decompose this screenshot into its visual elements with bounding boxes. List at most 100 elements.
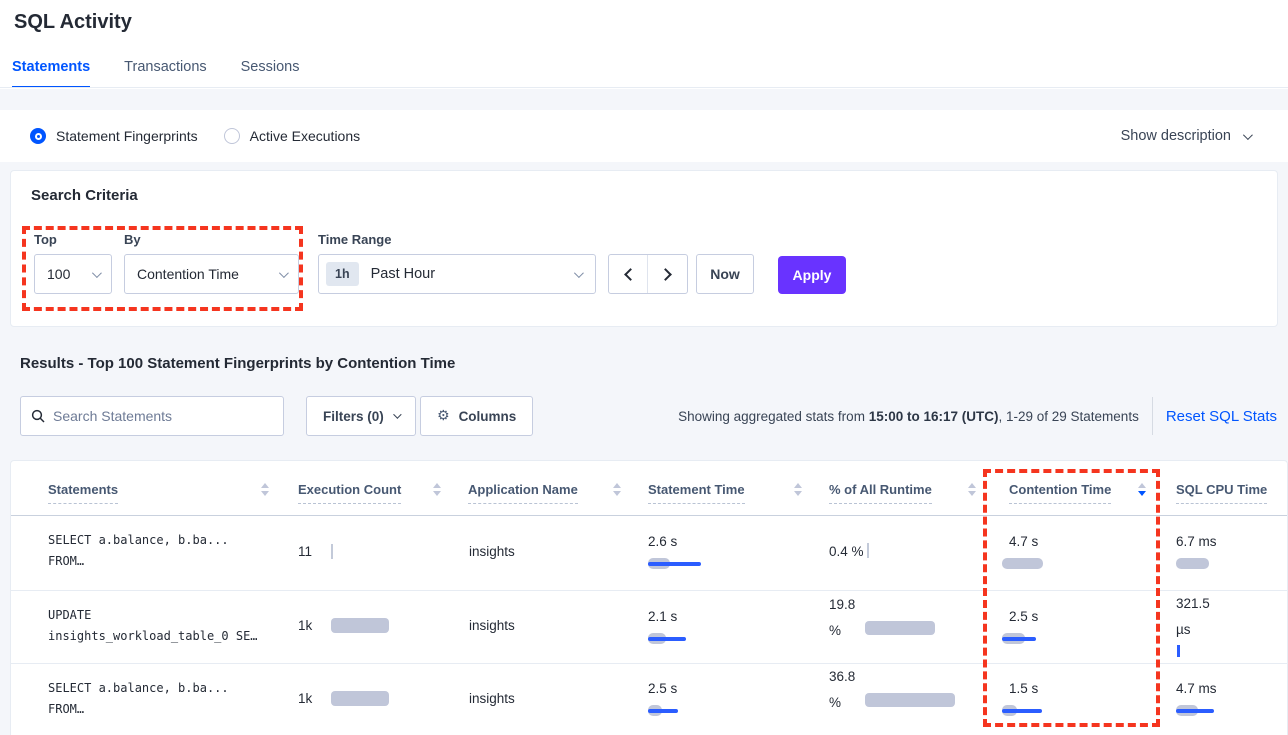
reset-sql-stats-link[interactable]: Reset SQL Stats — [1166, 408, 1277, 425]
execution-count-value: 1k — [298, 691, 312, 706]
table-row: SELECT a.balance, b.ba...FROM… 11 insigh… — [11, 516, 1287, 591]
sql-cpu-time-bar — [1177, 645, 1180, 657]
column-header-pct-of-all-runtime[interactable]: % of All Runtime — [829, 481, 932, 499]
tab-sessions[interactable]: Sessions — [241, 59, 300, 88]
sort-icon-pct-of-all-runtime[interactable] — [968, 483, 976, 496]
pct-runtime-value-line2: % — [829, 695, 841, 710]
chevron-down-icon — [393, 410, 401, 418]
radio-statement-fingerprints[interactable]: Statement Fingerprints — [30, 128, 198, 144]
application-name-value: insights — [469, 618, 515, 633]
tab-bar: Statements Transactions Sessions — [12, 59, 299, 88]
tab-transactions[interactable]: Transactions — [124, 59, 206, 88]
sort-icon-statement-time[interactable] — [794, 483, 802, 496]
next-time-button[interactable] — [648, 255, 687, 293]
search-criteria-title: Search Criteria — [31, 187, 138, 204]
sort-icon-application-name[interactable] — [613, 483, 621, 496]
column-header-contention-time[interactable]: Contention Time — [1009, 481, 1111, 499]
radio-active-executions[interactable]: Active Executions — [224, 128, 361, 144]
now-button[interactable]: Now — [696, 254, 754, 294]
table-row: SELECT a.balance, b.ba...FROM… 1k insigh… — [11, 664, 1287, 735]
tab-statements[interactable]: Statements — [12, 59, 90, 88]
sql-cpu-time-value-line1: 321.5 — [1176, 596, 1210, 611]
application-name-value: insights — [469, 544, 515, 559]
sql-cpu-time-bar — [1176, 558, 1209, 569]
sql-activity-page: SQL Activity Statements Transactions Ses… — [0, 0, 1288, 735]
pct-runtime-bar — [867, 543, 869, 558]
pct-runtime-value-line2: % — [829, 623, 841, 638]
radio-label: Active Executions — [250, 128, 361, 144]
columns-label: Columns — [459, 409, 517, 424]
table-row: UPDATEinsights_workload_table_0 SE… 1k i… — [11, 591, 1287, 664]
pct-runtime-value: 0.4 % — [829, 544, 864, 559]
execution-count-value: 11 — [298, 544, 312, 559]
radio-label: Statement Fingerprints — [56, 128, 198, 144]
search-statements-input[interactable] — [53, 408, 273, 424]
column-header-statement-time[interactable]: Statement Time — [648, 481, 745, 499]
time-range-label: Time Range — [318, 232, 391, 247]
sql-cpu-time-bar — [1176, 705, 1198, 716]
stats-range: 15:00 to 16:17 (UTC) — [869, 409, 999, 424]
execution-count-bar — [331, 544, 333, 559]
aggregated-stats-text: Showing aggregated stats from 15:00 to 1… — [678, 409, 1139, 424]
chevron-right-icon — [659, 268, 672, 281]
chevron-left-icon — [624, 268, 637, 281]
sort-icon-execution-count[interactable] — [433, 483, 441, 496]
statement-link[interactable]: UPDATEinsights_workload_table_0 SE… — [48, 605, 258, 647]
radio-unselected-icon — [224, 128, 240, 144]
stats-suffix: , 1-29 of 29 Statements — [998, 409, 1138, 424]
stats-cluster: Showing aggregated stats from 15:00 to 1… — [678, 396, 1277, 436]
statement-link[interactable]: SELECT a.balance, b.ba...FROM… — [48, 678, 229, 720]
statement-time-value: 2.1 s — [648, 609, 677, 624]
top-select[interactable]: 100 — [34, 254, 112, 294]
contention-time-bar — [1002, 705, 1017, 716]
by-label: By — [124, 232, 141, 247]
execution-count-bar — [331, 618, 389, 633]
search-statements-box — [20, 396, 284, 436]
statement-time-value: 2.5 s — [648, 681, 677, 696]
table-header-row: Statements Execution Count Application N… — [11, 461, 1287, 516]
chevron-down-icon — [1243, 130, 1253, 140]
by-select[interactable]: Contention Time — [124, 254, 299, 294]
view-toggle-group: Statement Fingerprints Active Executions — [30, 110, 360, 162]
filters-label: Filters (0) — [323, 409, 384, 424]
chevron-down-icon — [92, 268, 102, 278]
chevron-down-icon — [279, 268, 289, 278]
top-label: Top — [34, 232, 57, 247]
search-criteria-card: Search Criteria Top 100 By Contention Ti… — [10, 170, 1278, 327]
application-name-value: insights — [469, 691, 515, 706]
pct-runtime-value-line1: 36.8 — [829, 669, 855, 684]
by-select-value: Contention Time — [137, 266, 279, 282]
apply-button[interactable]: Apply — [778, 256, 846, 294]
pct-runtime-bar — [865, 693, 955, 707]
statement-time-bar — [648, 633, 666, 644]
sql-cpu-time-value: 6.7 ms — [1176, 534, 1217, 549]
contention-time-value: 4.7 s — [1009, 534, 1038, 549]
chevron-down-icon — [574, 268, 584, 278]
statement-time-bar — [648, 705, 662, 716]
show-description-label: Show description — [1121, 128, 1231, 144]
column-header-application-name[interactable]: Application Name — [468, 481, 578, 499]
contention-time-bar — [1002, 558, 1043, 569]
statements-table: Statements Execution Count Application N… — [10, 460, 1288, 735]
column-header-execution-count[interactable]: Execution Count — [298, 481, 401, 499]
statement-link[interactable]: SELECT a.balance, b.ba...FROM… — [48, 530, 229, 572]
sql-cpu-time-value-line2: µs — [1176, 622, 1191, 637]
page-title: SQL Activity — [14, 11, 132, 34]
statement-time-bar — [648, 558, 670, 569]
tabs-divider — [0, 87, 1288, 88]
sort-icon-statements[interactable] — [261, 483, 269, 496]
column-header-statements[interactable]: Statements — [48, 481, 118, 499]
top-select-value: 100 — [47, 266, 92, 282]
stats-prefix: Showing aggregated stats from — [678, 409, 869, 424]
time-range-value: Past Hour — [371, 266, 574, 282]
columns-button[interactable]: ⚙ Columns — [420, 396, 533, 436]
time-range-select[interactable]: 1h Past Hour — [318, 254, 596, 294]
filters-button[interactable]: Filters (0) — [306, 396, 416, 436]
sort-icon-contention-time-active[interactable] — [1138, 483, 1146, 496]
previous-time-button[interactable] — [609, 255, 648, 293]
radio-selected-icon — [30, 128, 46, 144]
column-header-sql-cpu-time[interactable]: SQL CPU Time — [1176, 481, 1267, 499]
show-description-toggle[interactable]: Show description — [1121, 110, 1250, 162]
toolbar-divider — [1152, 397, 1153, 435]
pct-runtime-bar — [865, 621, 935, 635]
